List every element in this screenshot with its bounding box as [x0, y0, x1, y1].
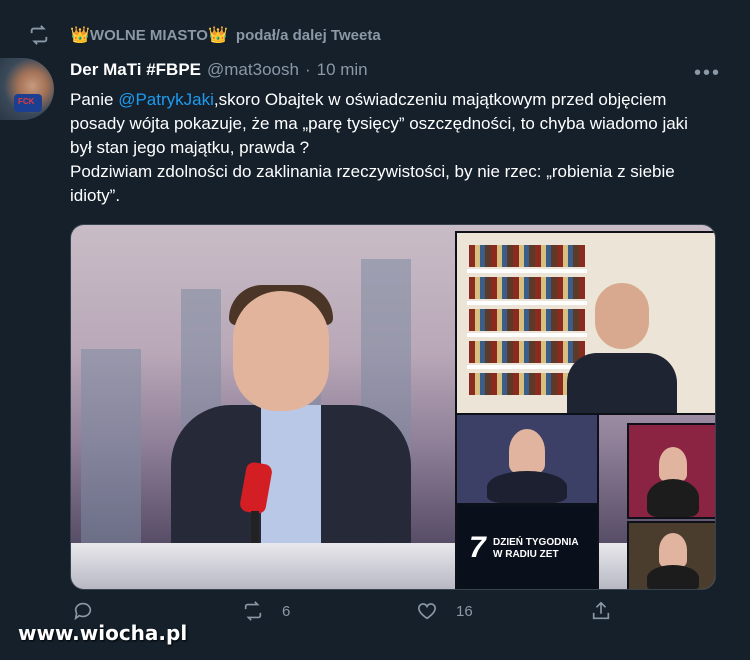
tweet-paragraph-2: Podziwiam zdolności do zaklinania rzeczy… — [70, 162, 675, 205]
retweet-indicator: 👑 WOLNE MIASTO 👑 podał/a dalej Tweeta — [26, 22, 381, 48]
retweet-icon — [244, 601, 262, 621]
host-figure — [141, 285, 441, 585]
separator: · — [304, 60, 311, 79]
like-button[interactable]: 16 — [416, 600, 473, 622]
author-name[interactable]: Der MaTi #FBPE — [70, 60, 201, 80]
crown-icon: 👑 — [70, 27, 90, 44]
video-panel-5 — [627, 521, 715, 589]
video-panel-title: 7 DZIEŃ TYGODNIA W RADIU ZET — [455, 503, 599, 589]
tweet-media-image[interactable]: 7 DZIEŃ TYGODNIA W RADIU ZET — [70, 224, 716, 590]
more-options-icon[interactable]: ••• — [694, 62, 721, 85]
avatar[interactable]: FCK — [0, 58, 54, 120]
like-count: 16 — [456, 602, 473, 620]
panel-title-line-2: W RADIU ZET — [493, 549, 559, 560]
author-handle[interactable]: @mat3oosh — [207, 60, 299, 80]
reply-icon — [74, 602, 92, 621]
video-panel-3 — [627, 423, 715, 519]
avatar-mask: FCK — [14, 94, 42, 112]
crown-icon: 👑 — [207, 27, 228, 44]
retweeter-name[interactable]: WOLNE MIASTO — [90, 27, 208, 44]
timestamp[interactable]: 10 min — [317, 60, 368, 80]
panel-title: DZIEŃ TYGODNIA W RADIU ZET — [493, 537, 583, 561]
share-icon — [592, 601, 610, 620]
tweet-text: Panie @PatrykJaki,skoro Obajtek w oświad… — [70, 88, 710, 208]
reply-button[interactable] — [72, 600, 112, 622]
mention-link[interactable]: @PatrykJaki — [118, 90, 214, 109]
panel-number: 7 — [469, 531, 486, 564]
retweet-count: 6 — [282, 602, 291, 620]
studio-desk — [71, 543, 715, 589]
tweet-paragraph-1: Panie @PatrykJaki,skoro Obajtek w oświad… — [70, 88, 710, 160]
panel-title-line-1: DZIEŃ TYGODNIA — [493, 537, 579, 548]
tweet-header: Der MaTi #FBPE @mat3oosh · 10 min — [70, 60, 368, 80]
share-button[interactable] — [590, 600, 630, 622]
tweet-text-start: Panie — [70, 90, 119, 109]
retweet-icon — [30, 25, 48, 45]
video-panel-guest — [455, 231, 715, 415]
retweet-button[interactable]: 6 — [242, 600, 290, 622]
video-panel-2 — [455, 413, 599, 505]
retweet-label: podał/a dalej Tweeta — [235, 26, 381, 44]
site-watermark: www.wiocha.pl — [18, 621, 188, 645]
heart-icon — [417, 603, 437, 620]
